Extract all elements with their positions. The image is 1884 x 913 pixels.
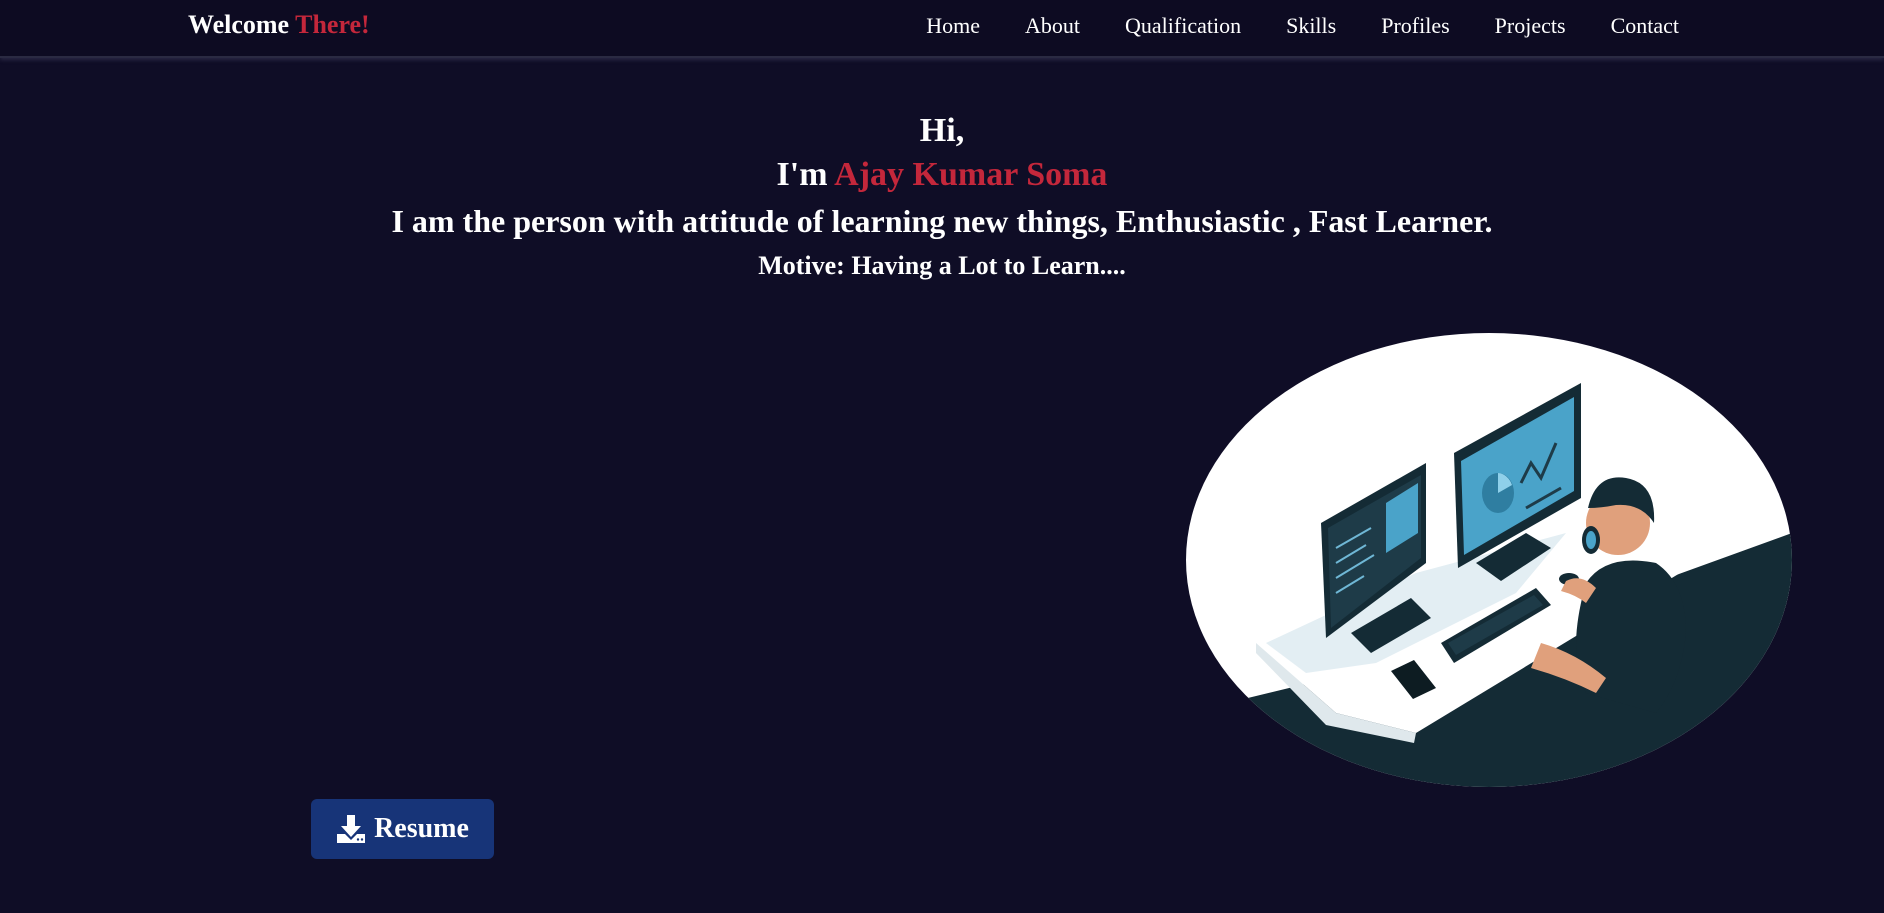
developer-illustration: [1186, 333, 1792, 787]
hero-section: Hi, I'm Ajay Kumar Soma I am the person …: [0, 110, 1884, 288]
hero-motive: Motive: Having a Lot to Learn....: [758, 251, 1126, 280]
hero-name: Ajay Kumar Soma: [834, 156, 1108, 193]
nav-profiles[interactable]: Profiles: [1381, 13, 1449, 39]
resume-label: Resume: [374, 813, 469, 844]
nav-qualification[interactable]: Qualification: [1125, 13, 1241, 39]
nav-about[interactable]: About: [1025, 13, 1080, 39]
hero-description: I am the person with attitude of learnin…: [391, 203, 1493, 239]
nav-links: Home About Qualification Skills Profiles…: [926, 13, 1679, 39]
resume-button[interactable]: Resume: [311, 799, 494, 859]
brand-first: Welcome: [188, 10, 290, 39]
nav-projects[interactable]: Projects: [1495, 13, 1566, 39]
nav-skills[interactable]: Skills: [1286, 13, 1336, 39]
hero-greeting: Hi,: [919, 112, 965, 149]
hero-im: I'm: [776, 156, 828, 193]
nav-contact[interactable]: Contact: [1611, 13, 1679, 39]
download-icon: [336, 814, 366, 844]
hero-name-line: I'm Ajay Kumar Soma: [0, 152, 1884, 198]
navbar: Welcome There! Home About Qualification …: [0, 0, 1884, 58]
nav-home[interactable]: Home: [926, 13, 980, 39]
brand-accent: There!: [295, 10, 370, 39]
brand-logo[interactable]: Welcome There!: [188, 10, 370, 40]
